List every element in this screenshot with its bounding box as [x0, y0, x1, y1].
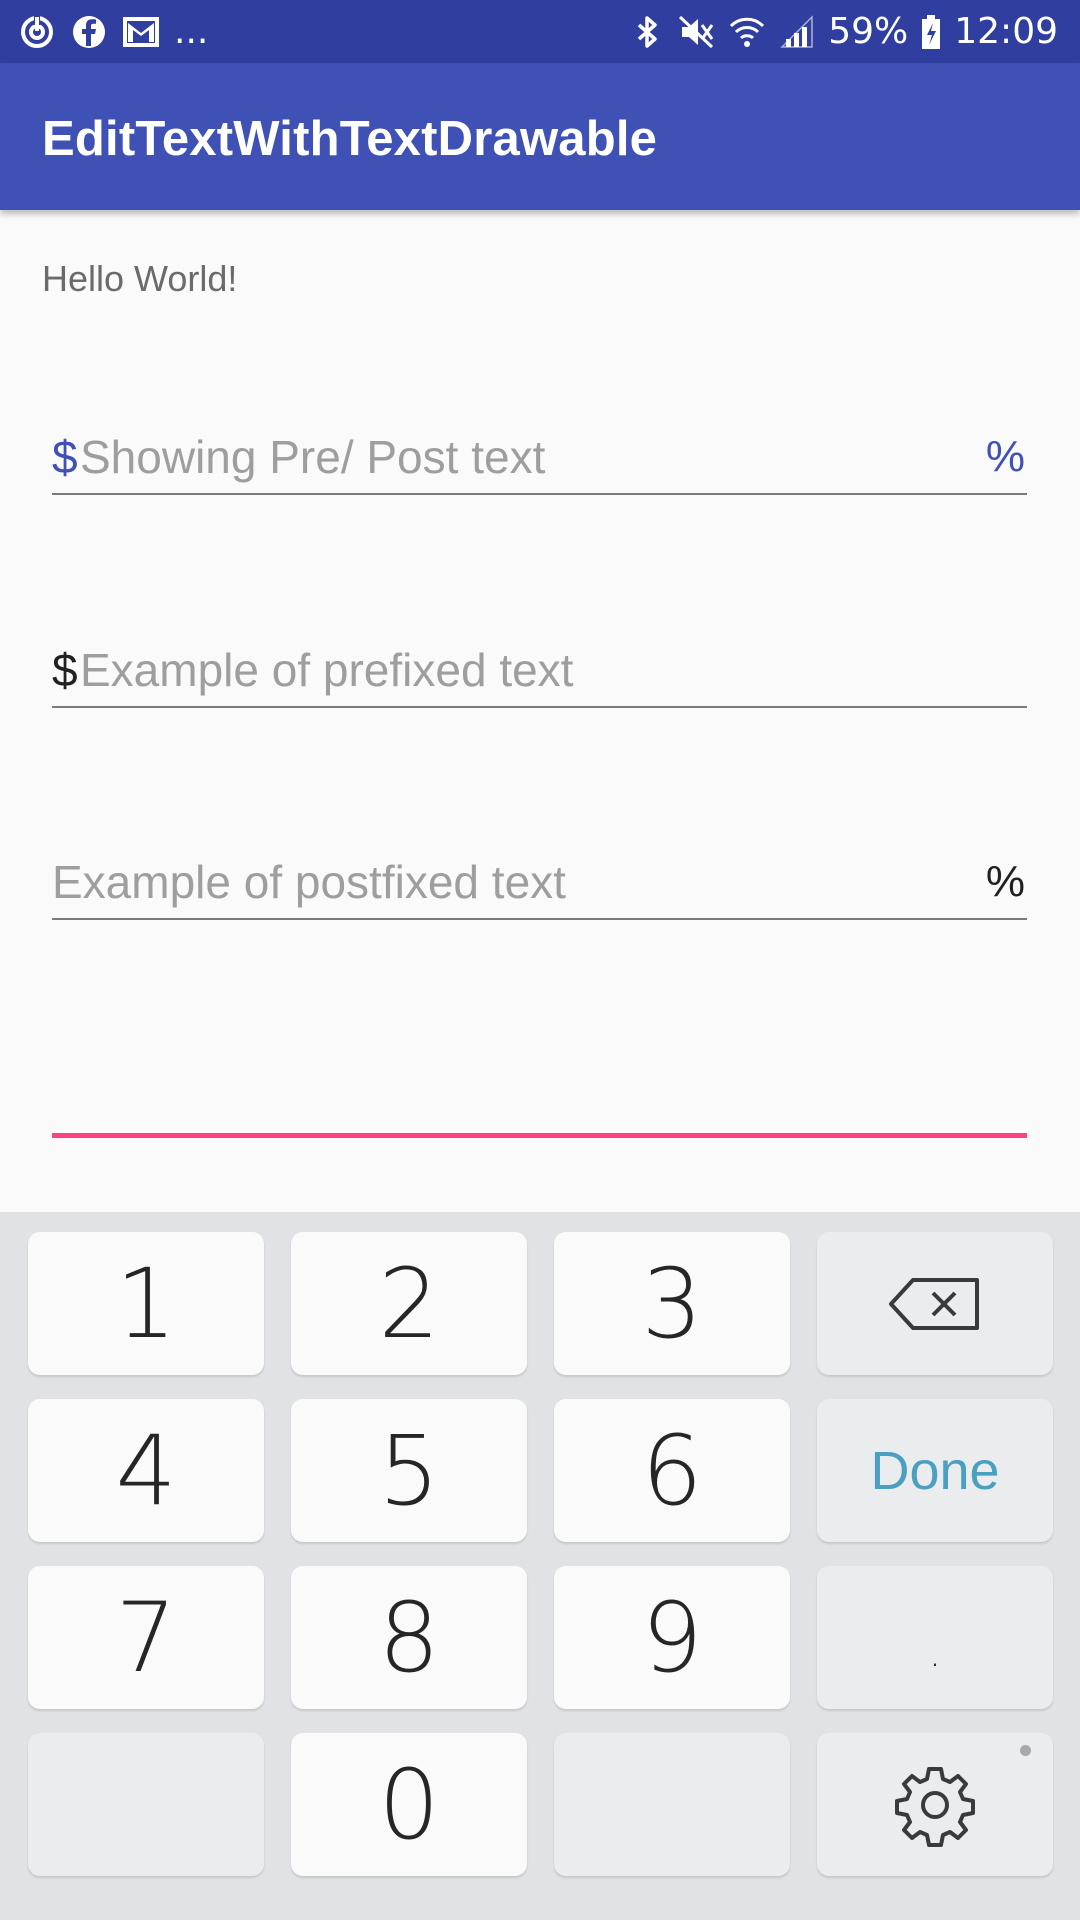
clock: 12:09 — [954, 11, 1058, 52]
field-underline — [52, 706, 1027, 708]
settings-key[interactable] — [817, 1733, 1053, 1876]
key-2[interactable]: 2 — [291, 1232, 527, 1375]
sync-icon — [18, 13, 56, 51]
numeric-keyboard: 1 2 3 4 5 6 Done 7 8 9 . 0 — [0, 1212, 1080, 1920]
key-7[interactable]: 7 — [28, 1566, 264, 1709]
blank-key-left — [28, 1733, 264, 1876]
edit-text-prefixed[interactable]: $ Example of prefixed text — [52, 628, 1027, 708]
field-underline — [52, 493, 1027, 495]
key-5[interactable]: 5 — [291, 1399, 527, 1542]
hint-text: Example of prefixed text — [80, 644, 574, 696]
field-underline — [52, 918, 1027, 920]
decimal-key[interactable]: . — [817, 1566, 1053, 1709]
key-6[interactable]: 6 — [554, 1399, 790, 1542]
edit-text-postfixed[interactable]: Example of postfixed text % — [52, 840, 1027, 920]
app-title: EditTextWithTextDrawable — [42, 112, 658, 166]
gear-icon — [893, 1763, 977, 1847]
suffix-label: % — [985, 857, 1025, 906]
key-4[interactable]: 4 — [28, 1399, 264, 1542]
blank-key-right — [554, 1733, 790, 1876]
facebook-icon — [70, 13, 108, 51]
status-bar-right: 59% 12:09 — [628, 12, 1058, 52]
mute-icon — [678, 13, 716, 51]
key-8[interactable]: 8 — [291, 1566, 527, 1709]
hello-text: Hello World! — [42, 258, 238, 299]
key-9[interactable]: 9 — [554, 1566, 790, 1709]
battery-percent: 59% — [828, 11, 909, 52]
prefix-label: $ — [52, 644, 78, 696]
status-bar-left: ... — [18, 12, 208, 52]
field-underline-focused — [52, 1133, 1027, 1138]
hint-text: Example of postfixed text — [52, 856, 566, 908]
backspace-key[interactable] — [817, 1232, 1053, 1375]
key-3[interactable]: 3 — [554, 1232, 790, 1375]
suffix-label: % — [985, 432, 1025, 481]
edit-text-pre-post[interactable]: $ Showing Pre/ Post text % — [52, 415, 1027, 495]
gmail-icon — [122, 13, 160, 51]
prefix-label: $ — [52, 431, 78, 483]
key-0[interactable]: 0 — [291, 1733, 527, 1876]
more-options-dot — [1020, 1745, 1031, 1756]
status-bar: ... 59% 12:09 — [0, 0, 1080, 63]
backspace-icon — [887, 1274, 983, 1334]
app-bar: EditTextWithTextDrawable — [0, 63, 1080, 210]
battery-icon — [920, 13, 942, 51]
done-key[interactable]: Done — [817, 1399, 1053, 1542]
key-1[interactable]: 1 — [28, 1232, 264, 1375]
wifi-icon — [728, 13, 766, 51]
signal-icon — [778, 13, 816, 51]
more-notifications-indicator: ... — [174, 11, 209, 52]
edit-text-focused[interactable] — [52, 1058, 1027, 1138]
hint-text: Showing Pre/ Post text — [80, 431, 546, 483]
bluetooth-icon — [628, 13, 666, 51]
